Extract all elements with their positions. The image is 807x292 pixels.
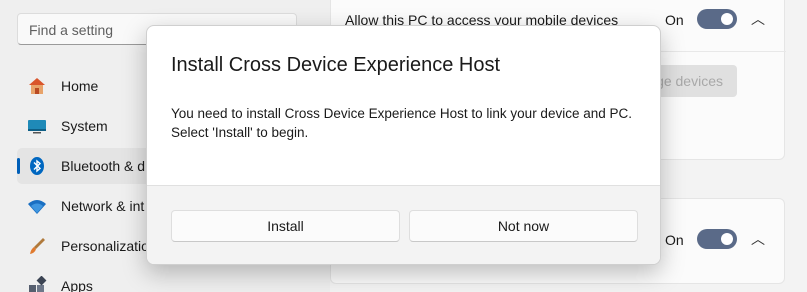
dialog-message-line: You need to install Cross Device Experie… <box>171 106 632 121</box>
dialog-footer: Install Not now <box>147 185 660 264</box>
dialog-message: You need to install Cross Device Experie… <box>171 104 651 142</box>
install-button[interactable]: Install <box>171 210 400 242</box>
not-now-button[interactable]: Not now <box>409 210 638 242</box>
install-dialog: Install Cross Device Experience Host You… <box>146 25 661 265</box>
dialog-message-line: Select 'Install' to begin. <box>171 125 309 140</box>
dialog-title: Install Cross Device Experience Host <box>171 54 501 76</box>
